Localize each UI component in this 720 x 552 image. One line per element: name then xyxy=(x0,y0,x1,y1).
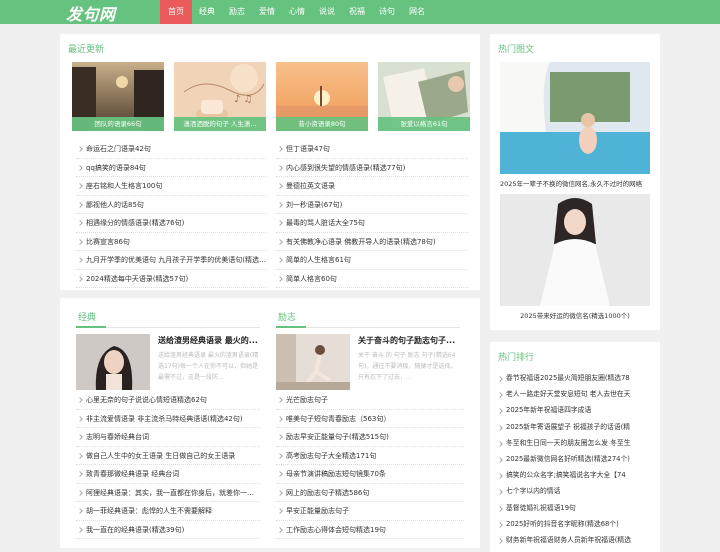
nav-classic[interactable]: 经典 xyxy=(192,0,222,24)
recent-pic-caption: 团队的语录66句 xyxy=(72,117,164,131)
list-item[interactable]: 七个字以内的情话 xyxy=(496,483,654,499)
recent-updates-panel: 最近更新 团队的语录66句 ♪ ♫ 潇洒洒脱的句子 人生潇... 昔小资语录80… xyxy=(60,34,480,290)
list-item[interactable]: 春节祝福语2025最火简短朋友圈(精选78 xyxy=(496,370,654,386)
list-item[interactable]: 相遇缘分的情感语录(精选76句) xyxy=(76,214,266,233)
list-item[interactable]: 励志早安正能量句子(精选515句) xyxy=(276,428,464,447)
recent-title: 最近更新 xyxy=(68,45,105,55)
recent-pic-caption: 昔小资语录80句 xyxy=(276,117,368,131)
list-item[interactable]: 鄙视他人的话85句 xyxy=(76,196,266,214)
nav-mood[interactable]: 心情 xyxy=(282,0,312,24)
list-item[interactable]: 基督徒婚礼祝福语19句 xyxy=(496,500,654,516)
list-item[interactable]: 2025新年寄语展望子 祝福孩子的话语(精 xyxy=(496,419,654,435)
list-item[interactable]: 2025年新年祝福语四字成语 xyxy=(496,402,654,418)
categories-panel: 经典 送给渣男经典语录 最火的... 送给渣男经典语录 最火的渣男语录(精选17… xyxy=(60,298,480,548)
hotpic-image-2[interactable] xyxy=(500,194,650,306)
hotpic-image-1[interactable] xyxy=(500,62,650,174)
top-navigation-bar: 发句网 首页 经典 励志 爱情 心情 说说 祝福 诗句 网名 xyxy=(0,0,720,24)
nav-nickname[interactable]: 网名 xyxy=(402,0,432,24)
list-item[interactable]: 搞笑的公众名字;搞笑福说名字大全【74 xyxy=(496,467,654,483)
recent-pic-caption: 潇洒洒脱的句子 人生潇... xyxy=(174,117,266,131)
list-item[interactable]: 做自己人生中的女王语录 生日做自己的女王语录 xyxy=(76,447,260,465)
recent-list-right: 但丁语录47句 内心感到很失望的情感语录(精选77句) 曼德拉英文语录 刘一秒语… xyxy=(276,140,468,288)
list-item[interactable]: 刘一秒语录(67句) xyxy=(276,196,468,214)
hotrank-title: 热门排行 xyxy=(498,353,535,363)
woman-white-dress-image xyxy=(500,194,650,306)
classic-feature-title[interactable]: 送给渣男经典语录 最火的... xyxy=(158,335,262,346)
nav-poetry[interactable]: 诗句 xyxy=(372,0,402,24)
hot-pictures-panel: 热门图文 2025年一辈子不换的微信网名,永久不过时的网络 2025带来好运的微… xyxy=(490,34,660,330)
list-item[interactable]: 高考励志句子大全精选171句 xyxy=(276,447,464,465)
site-logo[interactable]: 发句网 xyxy=(66,1,116,25)
nav-posts[interactable]: 说说 xyxy=(312,0,342,24)
hotpic-caption-1[interactable]: 2025年一辈子不换的微信网名,永久不过时的网络 xyxy=(500,178,650,188)
dancer-image xyxy=(276,334,350,390)
list-item[interactable]: 唯美句子短句青春励志（563句） xyxy=(276,410,464,428)
hot-ranking-panel: 热门排行 春节祝福语2025最火简短朋友圈(精选78 老人一路走好天堂安息短句 … xyxy=(490,342,660,552)
hotrank-list: 春节祝福语2025最火简短朋友圈(精选78 老人一路走好天堂安息短句 老人去世在… xyxy=(496,370,654,548)
nav-blessing[interactable]: 祝福 xyxy=(342,0,372,24)
classic-list: 心里无奈的句子说说心情短语精选62句 非主流爱情语录 非主流杀马特经典语语(精选… xyxy=(76,391,260,539)
list-item[interactable]: 简单的人生格言61句 xyxy=(276,251,468,270)
list-item[interactable]: 内心感到很失望的情感语录(精选77句) xyxy=(276,159,468,177)
classic-heading[interactable]: 经典 xyxy=(78,310,96,323)
list-item[interactable]: 工作励志心得体会短句精选19句 xyxy=(276,521,464,539)
list-item[interactable]: 最毒的骂人脏话大全75句 xyxy=(276,214,468,233)
recent-pic-caption: 张爱以格言61句 xyxy=(378,117,470,131)
list-item[interactable]: 九月开学季的优美语句 九月孩子开学季的优美语句(精选5... xyxy=(76,251,266,270)
list-item[interactable]: 冬至和生日同一天的朋友圈怎么发 冬至生 xyxy=(496,435,654,451)
list-item[interactable]: 但丁语录47句 xyxy=(276,140,468,159)
list-item[interactable]: 简单人格言60句 xyxy=(276,270,468,288)
list-item[interactable]: 母亲节演讲稿励志短句镜集70条 xyxy=(276,465,464,484)
list-item[interactable]: 2025好听的抖音名字昵称(精选68个) xyxy=(496,516,654,532)
inspire-feature-title[interactable]: 关于奋斗的句子励志句子... xyxy=(358,335,462,346)
list-item[interactable]: 非主流爱情语录 非主流杀马特经典语语(精选42句) xyxy=(76,410,260,428)
recent-pic-1[interactable]: 团队的语录66句 xyxy=(72,62,164,131)
inspire-divider xyxy=(276,326,460,328)
recent-pic-3[interactable]: 昔小资语录80句 xyxy=(276,62,368,131)
inspire-list: 光芒励志句子 唯美句子短句青春励志（563句） 励志早安正能量句子(精选515句… xyxy=(276,391,464,539)
recent-pic-4[interactable]: 张爱以格言61句 xyxy=(378,62,470,131)
inspire-feature-image[interactable] xyxy=(276,334,350,390)
nav-inspire[interactable]: 励志 xyxy=(222,0,252,24)
list-item[interactable]: 曼德拉英文语录 xyxy=(276,177,468,196)
list-item[interactable]: 志明与春娇经典台词 xyxy=(76,428,260,447)
list-item[interactable]: 我一直在的经典语录(精选39句) xyxy=(76,521,260,539)
list-item[interactable]: 命运石之门语录42句 xyxy=(76,140,266,159)
svg-text:♪ ♫: ♪ ♫ xyxy=(234,94,253,105)
nav-home[interactable]: 首页 xyxy=(160,0,192,24)
list-item[interactable]: 2025最新微信网名好听精选(精选274个) xyxy=(496,451,654,467)
classic-divider xyxy=(76,326,260,328)
list-item[interactable]: 心里无奈的句子说说心情短语精选62句 xyxy=(76,391,260,410)
list-item[interactable]: 致青春那微经典语录 经典台词 xyxy=(76,465,260,484)
poolside-image xyxy=(500,62,650,174)
recent-pic-2[interactable]: ♪ ♫ 潇洒洒脱的句子 人生潇... xyxy=(174,62,266,131)
list-item[interactable]: 有关佛教净心语录 佛教开导人的语录(精选78句) xyxy=(276,233,468,251)
nav-love[interactable]: 爱情 xyxy=(252,0,282,24)
list-item[interactable]: 网上的励志句子精选586句 xyxy=(276,484,464,502)
list-item[interactable]: 胡一菲经典语录：彪悍的人生不需要解释 xyxy=(76,502,260,521)
classic-feature-desc: 送给渣男经典语录 最火的渣男语录(精选17句)每一个人在你不可以，但她是最需不过… xyxy=(158,352,259,381)
hotpic-title: 热门图文 xyxy=(498,45,535,55)
woman-portrait-image xyxy=(76,334,150,390)
list-item[interactable]: 2024精选每中天语录(精选57句) xyxy=(76,270,266,288)
inspire-heading[interactable]: 励志 xyxy=(278,310,296,323)
list-item[interactable]: 老人一路走好天堂安息短句 老人去世在天 xyxy=(496,386,654,402)
list-item[interactable]: 比赛宣言86句 xyxy=(76,233,266,251)
list-item[interactable]: qq搞笑的语录84句 xyxy=(76,159,266,177)
list-item[interactable]: 光芒励志句子 xyxy=(276,391,464,410)
list-item[interactable]: 座右铭和人生格言100句 xyxy=(76,177,266,196)
hotpic-caption-2[interactable]: 2025带来好运的微信名(精选1000个) xyxy=(500,310,650,320)
inspire-feature-desc: 关于 奋斗 的 句子 励志 句子(精选64句)，通往不要消极，随便才是选择。只有… xyxy=(358,352,457,381)
recent-list-left: 命运石之门语录42句 qq搞笑的语录84句 座右铭和人生格言100句 鄙视他人的… xyxy=(76,140,266,288)
list-item[interactable]: 阿狸经典语录：其实，我一直都在你身后，就差你一个... xyxy=(76,484,260,502)
list-item[interactable]: 早安正能量励志句子 xyxy=(276,502,464,521)
main-nav: 首页 经典 励志 爱情 心情 说说 祝福 诗句 网名 xyxy=(160,0,432,24)
classic-feature-image[interactable] xyxy=(76,334,150,390)
